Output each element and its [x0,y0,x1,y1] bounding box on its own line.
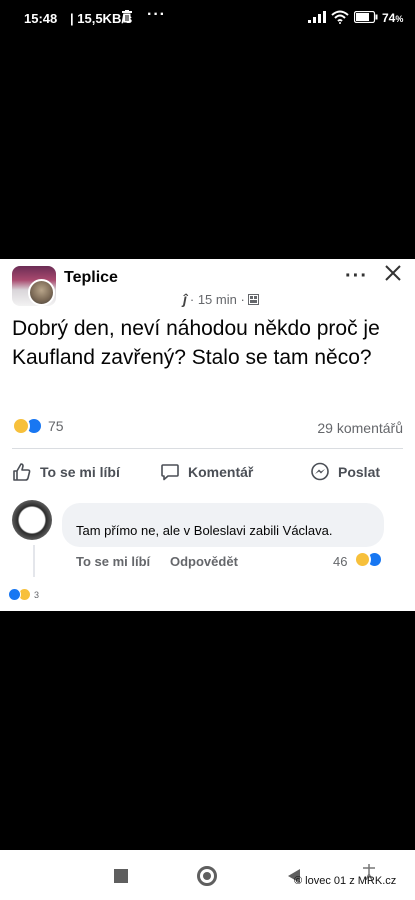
signal-icon [308,11,326,23]
comment-reply-button[interactable]: Odpovědět [170,554,238,569]
messenger-icon [311,462,329,481]
commenter-avatar[interactable] [12,500,52,540]
haha-reaction-icon [354,551,371,568]
thumbs-up-icon [13,463,31,481]
post-reactions[interactable]: 75 [12,417,64,435]
moderator-icon: ĵ [183,291,187,307]
battery-percent: 74% [382,11,404,25]
post-time[interactable]: · 15 min · [190,292,245,307]
home-icon[interactable] [197,866,217,886]
wifi-icon [331,10,349,24]
author-avatar[interactable] [28,279,55,306]
comment-reactions[interactable] [354,551,383,568]
comment-reaction-count[interactable]: 46 [333,554,347,569]
status-bar: 15:48 | 15,5KB/s ··· 74% [0,0,415,36]
like-button[interactable]: To se mi líbí [12,452,120,492]
share-button[interactable]: Poslat [310,452,380,492]
battery-icon [354,11,378,23]
divider [12,448,403,449]
comments-count[interactable]: 29 komentářů [317,420,403,436]
group-name[interactable]: Teplice [64,269,118,287]
trash-icon [122,10,132,23]
reply-reaction-count: 3 [34,589,40,600]
system-nav-bar: © lovec 01 z MRK.cz [0,850,415,900]
status-time: 15:48 [24,11,58,26]
post-card: Teplice ĵ · 15 min · ··· Dobrý den, neví… [0,259,415,611]
comment-bubble-icon [161,464,179,481]
haha-reaction-icon [12,417,30,435]
post-actions: To se mi líbí Komentář Poslat [0,452,415,492]
like-button-label: To se mi líbí [40,464,120,480]
reply-reactions[interactable]: 3 [8,588,39,601]
audience-group-icon [247,293,259,305]
comment-button[interactable]: Komentář [160,452,253,492]
comment-text: Tam přímo ne, ale v Boleslavi zabili Vác… [76,523,333,538]
like-reaction-icon [8,588,21,601]
share-button-label: Poslat [338,464,381,480]
watermark: © lovec 01 z MRK.cz [294,875,397,887]
post-text: Dobrý den, neví náhodou někdo proč je Ka… [12,317,380,369]
status-overflow-icon: ··· [147,6,166,23]
reaction-count: 75 [48,418,64,434]
comment-like-button[interactable]: To se mi líbí [76,554,150,569]
recent-apps-icon[interactable] [114,869,128,883]
comment-thread-line [33,545,35,577]
comment-button-label: Komentář [188,464,254,480]
more-options-icon[interactable]: ··· [345,265,368,288]
post-meta: ĵ · 15 min · [183,291,259,307]
close-icon[interactable] [384,264,402,282]
